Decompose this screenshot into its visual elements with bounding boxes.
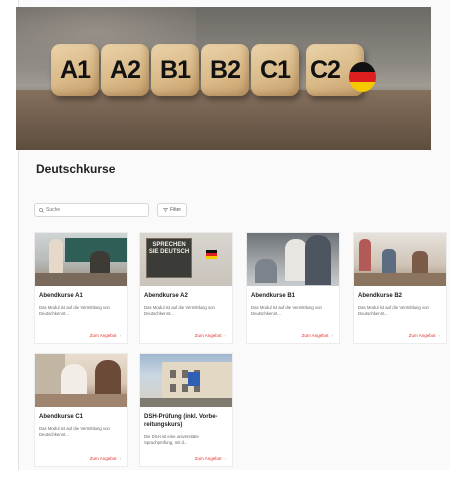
card-description: Das Modul ist auf die Vermittlung von De… [358,305,429,316]
offer-link[interactable]: Zum Angebot › [90,333,121,338]
offer-link[interactable]: Zum Angebot › [195,333,226,338]
card-title: DSH-Prüfung (inkl. Vorbe-reitungskurs) [144,414,218,428]
card-description: Das Modul ist auf die Vermittlung von De… [39,305,110,316]
course-card-b1[interactable]: Abendkurse B1 Das Modul ist auf die Verm… [246,232,340,344]
offer-link[interactable]: Zum Angebot › [409,333,440,338]
card-image-a1 [35,233,127,286]
card-description: Das Modul ist auf die Vermittlung von De… [251,305,322,316]
course-card-b2[interactable]: Abendkurse B2 Das Modul ist auf die Verm… [353,232,447,344]
card-title: Abendkurse C1 [39,414,84,420]
die-c1: C1 [251,44,299,96]
die-b1: B1 [151,44,199,96]
chevron-right-icon: › [119,456,122,461]
card-title: Abendkurse B2 [358,293,403,299]
card-image-a2: SPRECHEN SIE DEUTSCH [140,233,232,286]
card-title: Abendkurse A2 [144,293,188,299]
card-title: Abendkurse A1 [39,293,83,299]
chevron-right-icon: › [438,333,441,338]
card-image-b2 [354,233,446,286]
course-card-a2[interactable]: SPRECHEN SIE DEUTSCH Abendkurse A2 Das M… [139,232,233,344]
chevron-right-icon: › [224,456,227,461]
card-image-c1 [35,354,127,407]
card-description: Die DSH ist eine universitäre Sprachprüf… [144,434,199,445]
offer-link[interactable]: Zum Angebot › [302,333,333,338]
chevron-right-icon: › [331,333,334,338]
filter-button[interactable]: Filter [157,203,187,217]
chalkboard-sign: SPRECHEN SIE DEUTSCH [146,238,192,278]
die-a2: A2 [101,44,149,96]
hero-image: A1 A2 B1 B2 C1 C2 [16,7,431,150]
chevron-right-icon: › [224,333,227,338]
die-a1: A1 [51,44,99,96]
search-box[interactable] [34,203,149,217]
page-title: Deutschkurse [36,162,116,176]
filter-icon [162,208,168,212]
card-title: Abendkurse B1 [251,293,296,299]
course-card-a1[interactable]: Abendkurse A1 Das Modul ist auf die Verm… [34,232,128,344]
offer-link[interactable]: Zum Angebot › [90,456,121,461]
card-image-dsh [140,354,232,407]
die-b2: B2 [201,44,249,96]
card-image-b1 [247,233,339,286]
course-card-dsh[interactable]: DSH-Prüfung (inkl. Vorbe-reitungskurs) D… [139,353,233,467]
card-description: Das Modul ist auf die Vermittlung von De… [144,305,215,316]
search-input[interactable] [44,207,136,213]
chevron-right-icon: › [119,333,122,338]
card-description: Das Modul ist auf die Vermittlung von De… [39,426,110,437]
course-card-c1[interactable]: Abendkurse C1 Das Modul ist auf die Verm… [34,353,128,467]
german-flag-icon [349,62,376,92]
offer-link[interactable]: Zum Angebot › [195,456,226,461]
